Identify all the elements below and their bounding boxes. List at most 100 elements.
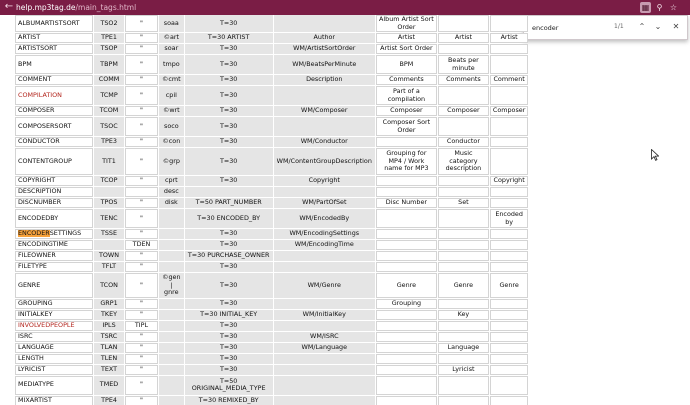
table-body: ALBUMARTISTSORT TSO2 " soaa T=30 Album Artist…	[15, 15, 529, 405]
find-highlight: ENCODER	[18, 229, 50, 238]
id3v2-4-frame-cell: "	[125, 331, 158, 342]
table-row: ARTISTSORT TSOP " soar T=30 WM/ArtistSortOrde…	[15, 44, 529, 54]
foobar-name-cell	[489, 240, 529, 250]
tag-name-cell: FILEOWNER	[15, 251, 93, 261]
ape-vorbis-field-cell: T=30	[184, 331, 273, 342]
back-arrow-icon[interactable]: ←	[3, 1, 15, 13]
tag-name-cell: ENCODERSETTINGS	[15, 229, 93, 239]
foobar-name-cell	[489, 395, 529, 405]
foobar-name-cell	[489, 320, 529, 331]
itunes-name-cell: Composer	[375, 106, 437, 116]
table-row: INVOLVEDPEOPLE IPLS TIPL T=30	[15, 320, 529, 331]
ape-vorbis-field-cell: T=30	[184, 273, 273, 298]
id3v2-4-frame-cell: "	[125, 33, 158, 43]
mp4-atom-cell: cpil	[159, 86, 184, 105]
foobar-name-cell	[489, 375, 529, 395]
id3v2-4-frame-cell: "	[125, 342, 158, 353]
mp4-atom-cell: ©cmt	[159, 75, 184, 85]
table-row: INITIALKEY TKEY " T=30 INITIAL_KEY WM/Initia…	[15, 309, 529, 320]
table-row: ISRC TSRC " T=30 WM/ISRC	[15, 331, 529, 342]
winamp-name-cell	[437, 86, 489, 105]
url-path: /main_tags.html	[75, 3, 137, 12]
id3v2-4-frame-cell: "	[125, 375, 158, 395]
foobar-name-cell	[489, 44, 529, 54]
id3v2-3-frame-cell	[94, 240, 124, 250]
foobar-name-cell	[489, 298, 529, 309]
table-row: COMPOSERSORT TSOC " soco T=30 Composer Sort O…	[15, 117, 529, 136]
ape-vorbis-field-cell: T=30 REMIXED_BY	[184, 395, 273, 405]
id3v2-3-frame-cell: TCOM	[94, 106, 124, 116]
table-row: COPYRIGHT TCOP " cprt T=30 Copyright Copyright	[15, 176, 529, 186]
tag-name-cell: DISCNUMBER	[15, 198, 93, 208]
ape-vorbis-field-cell: T=30 ENCODED_BY	[184, 209, 273, 228]
winamp-name-cell	[437, 229, 489, 239]
tag-name-cell: COMMENT	[15, 75, 93, 85]
tag-name-rest: SETTINGS	[49, 229, 82, 238]
winamp-name-cell	[437, 44, 489, 54]
itunes-name-cell: Part of a compilation	[375, 86, 437, 105]
tag-name-cell: COPYRIGHT	[15, 176, 93, 186]
foobar-name-cell: Encoded by	[489, 209, 529, 228]
id3v2-4-frame-cell: "	[125, 395, 158, 405]
table-row: CONTENTGROUP TIT1 " ©grp T=30 WM/ContentGroup…	[15, 148, 529, 175]
winamp-name-cell	[437, 15, 489, 32]
wma-field-cell	[273, 262, 375, 272]
ape-vorbis-field-cell: T=30	[184, 86, 273, 105]
reader-mode-icon[interactable]: ▦	[640, 2, 651, 13]
ape-vorbis-field-cell: T=50 PART_NUMBER	[184, 198, 273, 208]
foobar-name-cell	[489, 117, 529, 136]
table-row: CONDUCTOR TPE3 " ©con T=30 WM/Conductor Conduc…	[15, 137, 529, 147]
id3v2-3-frame-cell: TPE3	[94, 137, 124, 147]
ape-vorbis-field-cell: T=30	[184, 137, 273, 147]
wma-field-cell	[273, 375, 375, 395]
mp4-atom-cell: soco	[159, 117, 184, 136]
foobar-name-cell: Comment	[489, 75, 529, 85]
mp4-atom-cell: soaa	[159, 15, 184, 32]
id3v2-4-frame-cell: "	[125, 251, 158, 261]
table-row: DISCNUMBER TPOS " disk T=50 PART_NUMBER WM/Pa…	[15, 198, 529, 208]
tag-mapping-table: ALBUMARTISTSORT TSO2 " soaa T=30 Album Artist…	[14, 15, 529, 405]
wma-field-cell: WM/Genre	[273, 273, 375, 298]
mp4-atom-cell: desc	[159, 187, 184, 197]
winamp-name-cell: Set	[437, 198, 489, 208]
tag-name-cell: GENRE	[15, 273, 93, 298]
winamp-name-cell: Music category description	[437, 148, 489, 175]
ape-vorbis-field-cell: T=30	[184, 342, 273, 353]
tag-name-cell: MEDIATYPE	[15, 375, 93, 395]
foobar-name-cell	[489, 187, 529, 197]
winamp-name-cell: Composer	[437, 106, 489, 116]
table-row: FILEOWNER TOWN " T=30 PURCHASE_OWNER	[15, 251, 529, 261]
itunes-name-cell	[375, 229, 437, 239]
itunes-name-cell	[375, 309, 437, 320]
table-row: MEDIATYPE TMED " T=50 ORIGINAL_MEDIA_TYPE	[15, 375, 529, 395]
itunes-name-cell: Genre	[375, 273, 437, 298]
winamp-name-cell	[437, 298, 489, 309]
wma-field-cell	[273, 251, 375, 261]
id3v2-3-frame-cell: TFLT	[94, 262, 124, 272]
table-row: LYRICIST TEXT " T=30 Lyricist	[15, 364, 529, 375]
wma-field-cell: WM/ArtistSortOrder	[273, 44, 375, 54]
winamp-name-cell: Language	[437, 342, 489, 353]
foobar-name-cell	[489, 262, 529, 272]
itunes-name-cell	[375, 364, 437, 375]
wma-field-cell	[273, 117, 375, 136]
table-row: COMPILATION TCMP " cpil T=30 Part of a compil…	[15, 86, 529, 105]
id3v2-3-frame-cell: TCMP	[94, 86, 124, 105]
id3v2-3-frame-cell: TCON	[94, 273, 124, 298]
itunes-name-cell: Artist	[375, 33, 437, 43]
id3v2-4-frame-cell: "	[125, 262, 158, 272]
wma-field-cell: WM/PartOfSet	[273, 198, 375, 208]
table-row: GENRE TCON " ©gen | gnre T=30 WM/Genre Genre Ge…	[15, 273, 529, 298]
bookmark-star-icon[interactable]: ☆	[668, 2, 679, 13]
mp4-atom-cell: cprt	[159, 176, 184, 186]
tag-name-cell: ARTISTSORT	[15, 44, 93, 54]
wma-field-cell	[273, 15, 375, 32]
winamp-name-cell: Comments	[437, 75, 489, 85]
address-bar[interactable]: help.mp3tag.de/main_tags.html	[16, 0, 136, 15]
itunes-name-cell: Artist Sort Order	[375, 44, 437, 54]
id3v2-3-frame-cell: TSRC	[94, 331, 124, 342]
mp4-atom-cell: ©wrt	[159, 106, 184, 116]
search-icon[interactable]: ⚲	[654, 2, 665, 13]
ape-vorbis-field-cell: T=30	[184, 298, 273, 309]
winamp-name-cell	[437, 262, 489, 272]
